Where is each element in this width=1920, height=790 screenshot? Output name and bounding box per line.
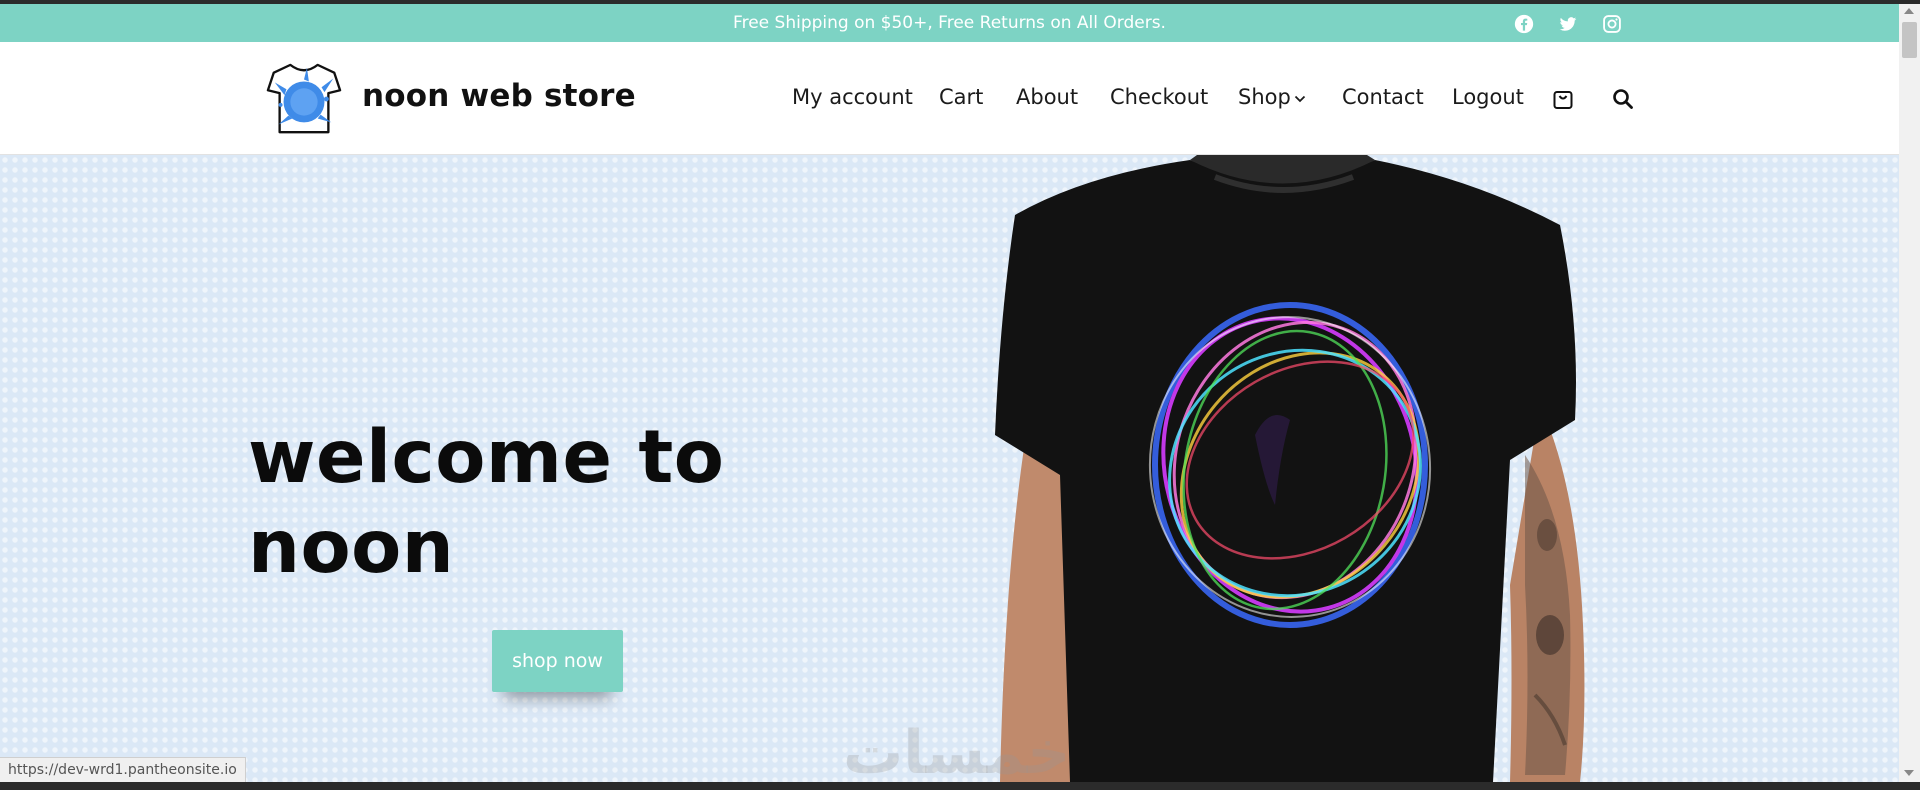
window-bottom-edge: [0, 782, 1920, 790]
nav-logout[interactable]: Logout: [1452, 85, 1524, 109]
instagram-icon[interactable]: [1602, 14, 1622, 34]
scroll-up-arrow-icon[interactable]: [1904, 8, 1914, 14]
watermark-text: خمسات: [843, 718, 1071, 782]
scrollbar-thumb[interactable]: [1902, 22, 1917, 58]
search-icon[interactable]: [1611, 87, 1635, 111]
nav-my-account[interactable]: My account: [792, 85, 913, 109]
hero-section: welcome to noon shop now خمسات: [0, 155, 1899, 782]
hero-title-line1: welcome to: [248, 415, 725, 500]
hero-title: welcome to noon: [248, 413, 724, 593]
hero-title-line2: noon: [248, 505, 455, 590]
twitter-icon[interactable]: [1558, 14, 1578, 34]
site-header: noon web store My account Cart About Che…: [0, 42, 1899, 155]
nav-about[interactable]: About: [1016, 85, 1078, 109]
nav-checkout[interactable]: Checkout: [1110, 85, 1208, 109]
facebook-icon[interactable]: [1514, 14, 1534, 34]
shopping-bag-icon[interactable]: [1551, 87, 1575, 111]
status-bar-url: https://dev-wrd1.pantheonsite.io: [0, 757, 246, 783]
tshirt-model-image: [995, 155, 1585, 782]
vertical-scrollbar[interactable]: [1899, 4, 1920, 782]
nav-cart[interactable]: Cart: [939, 85, 983, 109]
announcement-bar: Free Shipping on $50+, Free Returns on A…: [0, 4, 1899, 42]
scroll-down-arrow-icon[interactable]: [1904, 770, 1914, 776]
chevron-down-icon[interactable]: [1294, 95, 1306, 103]
nav-shop[interactable]: Shop: [1238, 85, 1291, 109]
tshirt-logo-icon[interactable]: [265, 60, 343, 138]
brand-name[interactable]: noon web store: [362, 78, 636, 114]
nav-contact[interactable]: Contact: [1342, 85, 1424, 109]
shop-now-button[interactable]: shop now: [492, 630, 623, 692]
